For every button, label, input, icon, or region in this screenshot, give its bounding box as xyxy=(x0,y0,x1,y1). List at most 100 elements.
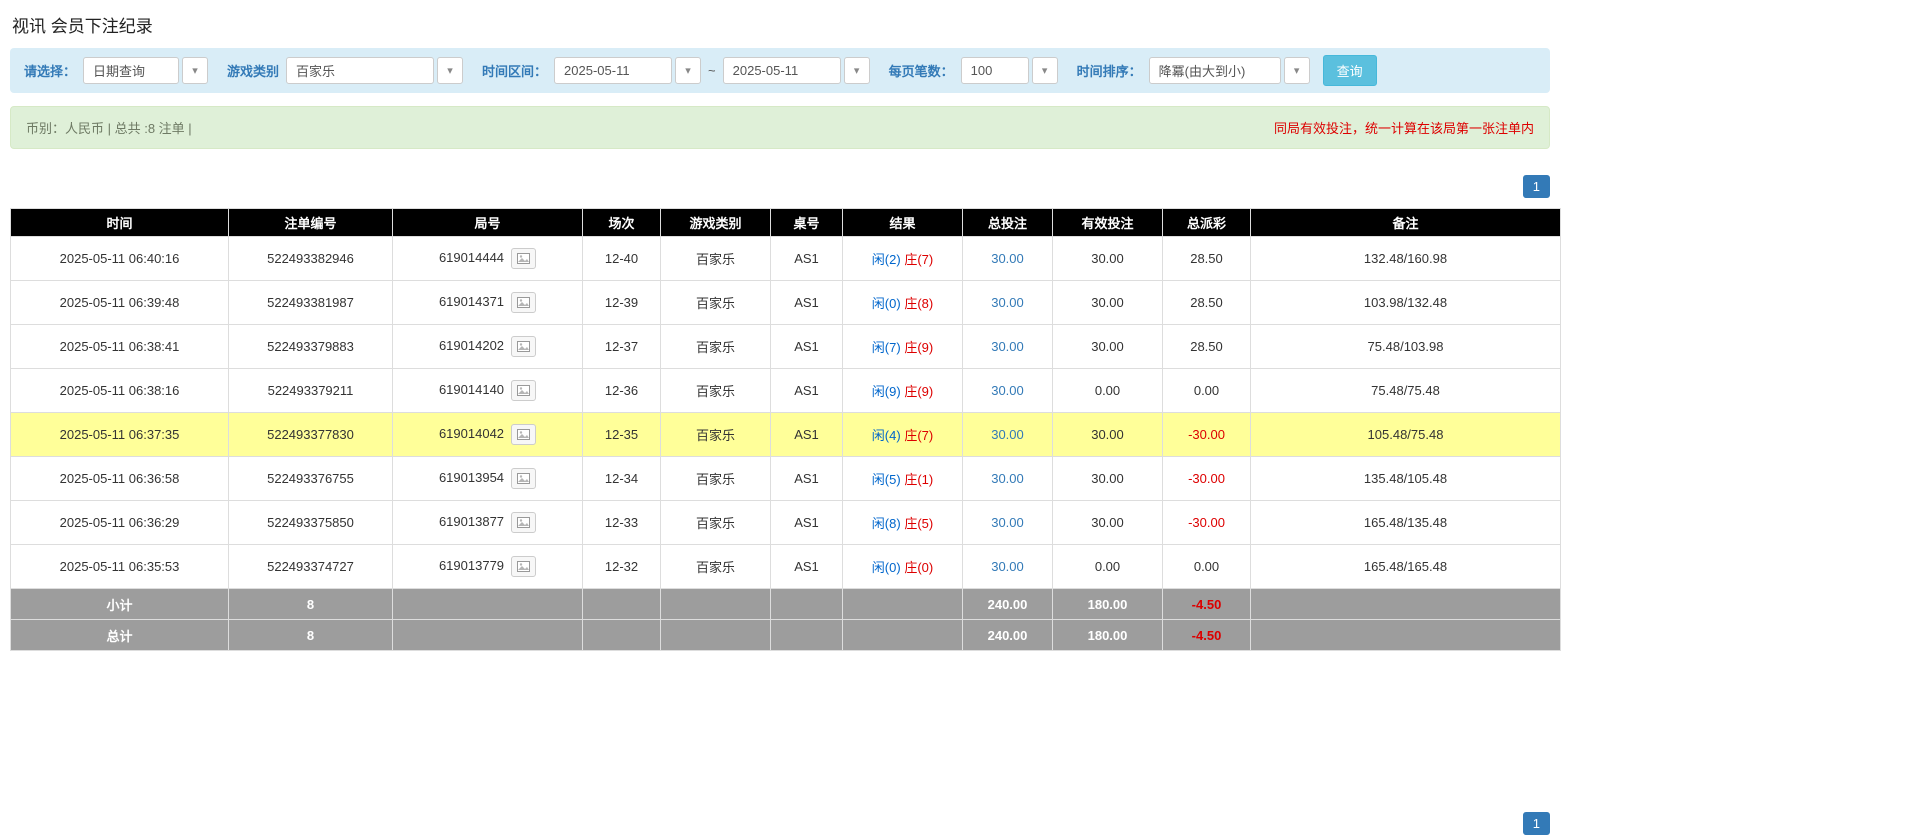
search-button[interactable]: 查询 xyxy=(1323,55,1377,86)
page-title: 视讯 会员下注纪录 xyxy=(10,8,1550,48)
cell-time: 2025-05-11 06:37:35 xyxy=(11,413,229,457)
game-type-value[interactable]: 百家乐 xyxy=(286,57,434,84)
cell-valid-bet: 30.00 xyxy=(1053,457,1163,501)
cell-table-no: AS1 xyxy=(771,457,843,501)
page: 视讯 会员下注纪录 请选择： 日期查询 ▾ 游戏类别 百家乐 ▾ 时间区间： 2… xyxy=(0,0,1560,835)
cell-result: 闲(9) 庄(9) xyxy=(843,369,963,413)
cell-round-no: 619013877 xyxy=(393,501,583,545)
date-from-dropdown[interactable]: 2025-05-11 ▾ xyxy=(554,57,701,84)
total-bet-link[interactable]: 30.00 xyxy=(991,515,1024,530)
result-banker: 庄(5) xyxy=(904,516,933,531)
header-note: 备注 xyxy=(1251,209,1561,237)
date-from-value[interactable]: 2025-05-11 xyxy=(554,57,672,84)
cell-result: 闲(4) 庄(7) xyxy=(843,413,963,457)
cell-game: 百家乐 xyxy=(661,457,771,501)
cell-bet-no: 522493376755 xyxy=(229,457,393,501)
roadmap-image-icon[interactable] xyxy=(511,556,536,577)
result-banker: 庄(9) xyxy=(904,384,933,399)
time-sort-dropdown[interactable]: 降冪(由大到小) ▾ xyxy=(1149,57,1310,84)
page-button-1[interactable]: 1 xyxy=(1523,175,1550,198)
chevron-down-icon[interactable]: ▾ xyxy=(437,57,463,84)
chevron-down-icon[interactable]: ▾ xyxy=(844,57,870,84)
cell-result: 闲(7) 庄(9) xyxy=(843,325,963,369)
cell-note: 132.48/160.98 xyxy=(1251,237,1561,281)
round-no: 619013779 xyxy=(439,558,504,573)
cell-total-bet: 30.00 xyxy=(963,237,1053,281)
cell-round-no: 619014042 xyxy=(393,413,583,457)
cell-note: 135.48/105.48 xyxy=(1251,457,1561,501)
cell-round-no: 619014140 xyxy=(393,369,583,413)
cell-session: 12-34 xyxy=(583,457,661,501)
total-bet-link[interactable]: 30.00 xyxy=(991,251,1024,266)
cell-note: 165.48/135.48 xyxy=(1251,501,1561,545)
cell-payout: 28.50 xyxy=(1163,325,1251,369)
cell-payout: 0.00 xyxy=(1163,545,1251,589)
subtotal-row: 小计 8 240.00 180.00 -4.50 xyxy=(11,589,1561,620)
header-bet-no: 注单编号 xyxy=(229,209,393,237)
time-sort-value[interactable]: 降冪(由大到小) xyxy=(1149,57,1281,84)
cell-payout: -30.00 xyxy=(1163,413,1251,457)
page-size-dropdown[interactable]: 100 ▾ xyxy=(961,57,1058,84)
roadmap-image-icon[interactable] xyxy=(511,336,536,357)
chevron-down-icon[interactable]: ▾ xyxy=(1032,57,1058,84)
cell-game: 百家乐 xyxy=(661,237,771,281)
result-banker: 庄(0) xyxy=(904,560,933,575)
result-player: 闲(5) xyxy=(872,472,901,487)
cell-table-no: AS1 xyxy=(771,369,843,413)
game-type-dropdown[interactable]: 百家乐 ▾ xyxy=(286,57,463,84)
cell-time: 2025-05-11 06:36:29 xyxy=(11,501,229,545)
roadmap-image-icon[interactable] xyxy=(511,468,536,489)
total-bet-link[interactable]: 30.00 xyxy=(991,383,1024,398)
cell-valid-bet: 30.00 xyxy=(1053,281,1163,325)
cell-session: 12-32 xyxy=(583,545,661,589)
cell-total-bet: 30.00 xyxy=(963,457,1053,501)
cell-note: 103.98/132.48 xyxy=(1251,281,1561,325)
roadmap-image-icon[interactable] xyxy=(511,512,536,533)
bet-records-table: 时间 注单编号 局号 场次 游戏类别 桌号 结果 总投注 有效投注 总派彩 备注… xyxy=(10,208,1561,651)
cell-time: 2025-05-11 06:35:53 xyxy=(11,545,229,589)
filter-bar: 请选择： 日期查询 ▾ 游戏类别 百家乐 ▾ 时间区间： 2025-05-11 … xyxy=(10,48,1550,93)
date-to-dropdown[interactable]: 2025-05-11 ▾ xyxy=(723,57,870,84)
chevron-down-icon[interactable]: ▾ xyxy=(1284,57,1310,84)
cell-table-no: AS1 xyxy=(771,501,843,545)
cell-session: 12-35 xyxy=(583,413,661,457)
select-type-value[interactable]: 日期查询 xyxy=(83,57,179,84)
total-bet-link[interactable]: 30.00 xyxy=(991,471,1024,486)
cell-table-no: AS1 xyxy=(771,325,843,369)
page-button-1[interactable]: 1 xyxy=(1523,812,1550,835)
round-no: 619014444 xyxy=(439,250,504,265)
cell-valid-bet: 30.00 xyxy=(1053,237,1163,281)
header-round-no: 局号 xyxy=(393,209,583,237)
cell-round-no: 619014444 xyxy=(393,237,583,281)
cell-round-no: 619014371 xyxy=(393,281,583,325)
game-type-label: 游戏类别 xyxy=(227,61,279,80)
total-label: 总计 xyxy=(11,620,229,651)
roadmap-image-icon[interactable] xyxy=(511,248,536,269)
total-bet-link[interactable]: 30.00 xyxy=(991,427,1024,442)
cell-round-no: 619013779 xyxy=(393,545,583,589)
result-player: 闲(9) xyxy=(872,384,901,399)
cell-payout: 28.50 xyxy=(1163,281,1251,325)
select-type-dropdown[interactable]: 日期查询 ▾ xyxy=(83,57,208,84)
table-row: 2025-05-11 06:39:48 522493381987 6190143… xyxy=(11,281,1561,325)
pagination-bottom: 1 xyxy=(10,812,1550,835)
page-size-value[interactable]: 100 xyxy=(961,57,1029,84)
result-player: 闲(0) xyxy=(872,560,901,575)
header-total-bet: 总投注 xyxy=(963,209,1053,237)
subtotal-payout: -4.50 xyxy=(1163,589,1251,620)
roadmap-image-icon[interactable] xyxy=(511,292,536,313)
cell-time: 2025-05-11 06:38:41 xyxy=(11,325,229,369)
total-bet-link[interactable]: 30.00 xyxy=(991,339,1024,354)
chevron-down-icon[interactable]: ▾ xyxy=(675,57,701,84)
cell-total-bet: 30.00 xyxy=(963,501,1053,545)
total-bet-link[interactable]: 30.00 xyxy=(991,559,1024,574)
chevron-down-icon[interactable]: ▾ xyxy=(182,57,208,84)
roadmap-image-icon[interactable] xyxy=(511,424,536,445)
cell-result: 闲(0) 庄(8) xyxy=(843,281,963,325)
cell-total-bet: 30.00 xyxy=(963,325,1053,369)
date-to-value[interactable]: 2025-05-11 xyxy=(723,57,841,84)
cell-note: 75.48/75.48 xyxy=(1251,369,1561,413)
cell-round-no: 619014202 xyxy=(393,325,583,369)
total-bet-link[interactable]: 30.00 xyxy=(991,295,1024,310)
roadmap-image-icon[interactable] xyxy=(511,380,536,401)
